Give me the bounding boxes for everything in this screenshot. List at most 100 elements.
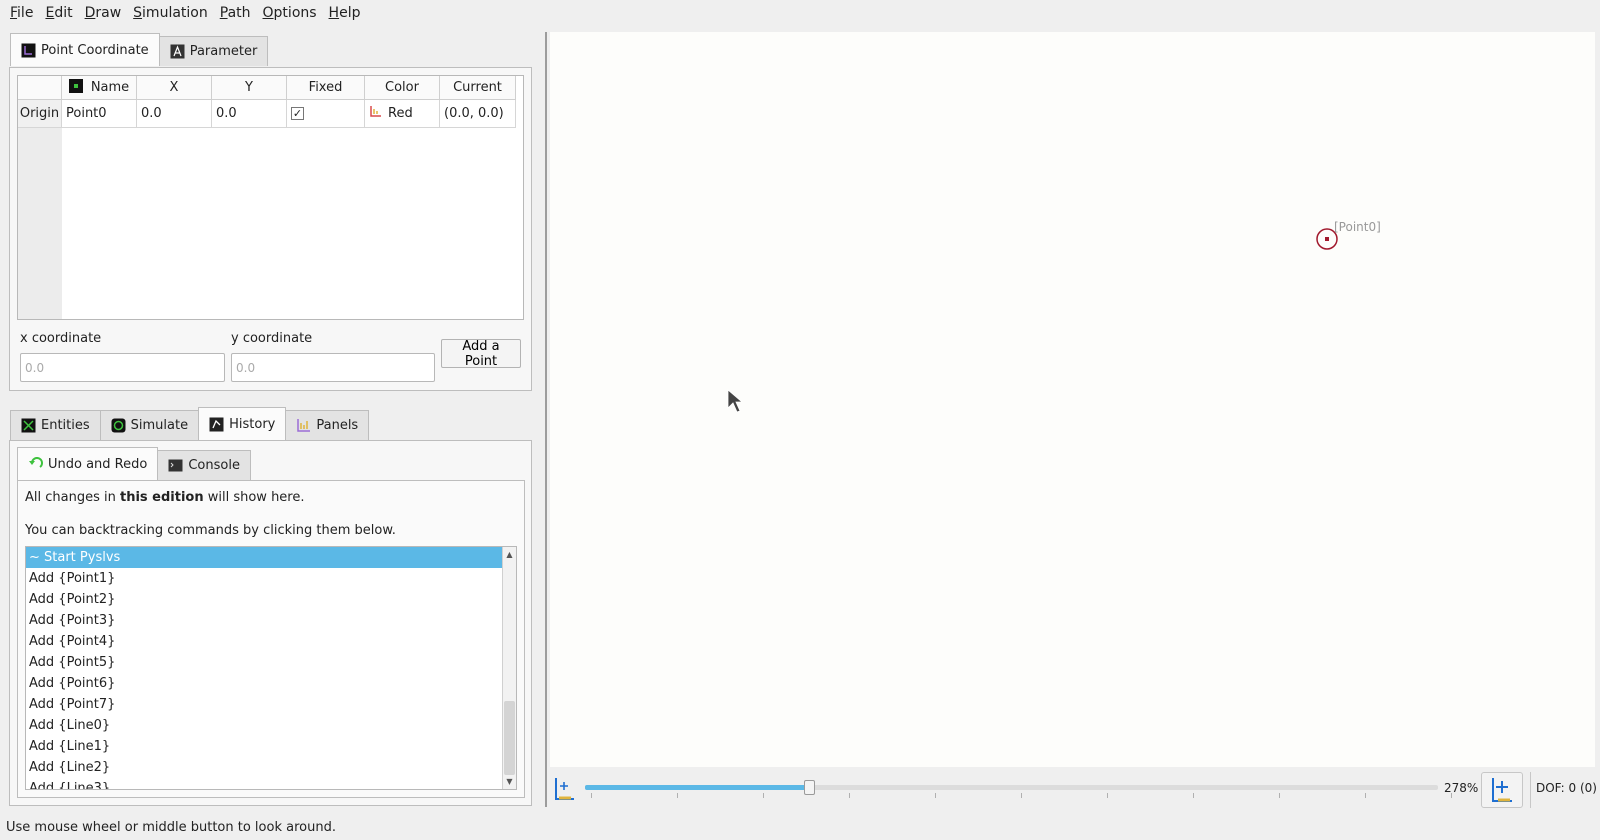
top-tabbar: Point Coordinate Parameter bbox=[10, 33, 269, 66]
add-point-button[interactable]: Add a Point bbox=[441, 339, 521, 369]
zoom-tick bbox=[1365, 793, 1366, 798]
y-coordinate-input[interactable] bbox=[231, 353, 435, 382]
col-y[interactable]: Y bbox=[212, 76, 287, 100]
history-info-bold: this edition bbox=[119, 490, 204, 505]
cell-name[interactable]: Point0 bbox=[62, 100, 137, 128]
menu-draw[interactable]: Draw bbox=[79, 0, 128, 26]
tab-parameter-label: Parameter bbox=[189, 44, 258, 59]
menu-bar: File Edit Draw Simulation Path Options H… bbox=[0, 0, 1600, 26]
zoom-slider-handle[interactable] bbox=[804, 780, 816, 795]
history-subtabbar: Undo and Redo Console bbox=[17, 447, 251, 480]
zoom-tick bbox=[1193, 793, 1194, 798]
zoom-bar: 278% DOF: 0 (0) bbox=[550, 770, 1600, 810]
parameter-icon bbox=[170, 44, 185, 59]
zoom-slider-fill bbox=[585, 785, 810, 790]
list-item[interactable]: Add {Point4} bbox=[26, 631, 516, 652]
list-item[interactable]: Add {Line2} bbox=[26, 757, 516, 778]
cell-color[interactable]: Red bbox=[365, 100, 440, 128]
menu-edit[interactable]: Edit bbox=[39, 0, 78, 26]
zoom-tick bbox=[1021, 793, 1022, 798]
col-fixed[interactable]: Fixed bbox=[287, 76, 365, 100]
zoom-tick bbox=[935, 793, 936, 798]
list-item[interactable]: Add {Line1} bbox=[26, 736, 516, 757]
tab-entities[interactable]: Entities bbox=[10, 410, 101, 440]
menu-simulation[interactable]: Simulation bbox=[127, 0, 214, 26]
zoom-tick bbox=[677, 793, 678, 798]
list-item[interactable]: Add {Point7} bbox=[26, 694, 516, 715]
y-coordinate-label: y coordinate bbox=[231, 331, 313, 346]
row-header-fill bbox=[18, 128, 62, 319]
history-info-pre: All changes in bbox=[25, 490, 120, 505]
list-item[interactable]: Add {Line3} bbox=[26, 778, 516, 789]
console-icon bbox=[168, 458, 183, 473]
scroll-thumb[interactable] bbox=[504, 701, 515, 775]
dof-label: DOF: 0 (0) bbox=[1536, 781, 1597, 795]
tab-console-label: Console bbox=[188, 458, 240, 473]
history-info-2: You can backtracking commands by clickin… bbox=[25, 523, 396, 538]
x-coordinate-input[interactable] bbox=[20, 353, 225, 382]
table-corner bbox=[18, 76, 62, 100]
cell-x[interactable]: 0.0 bbox=[137, 100, 212, 128]
col-current-label: Current bbox=[453, 80, 502, 95]
col-color-label: Color bbox=[385, 80, 419, 95]
col-color[interactable]: Color bbox=[365, 76, 440, 100]
tab-console[interactable]: Console bbox=[157, 450, 251, 480]
fixed-checkbox[interactable]: ✓ bbox=[291, 107, 304, 120]
point-coordinate-icon bbox=[21, 43, 36, 58]
drawing-canvas[interactable]: [Point0] bbox=[550, 32, 1595, 767]
tab-parameter[interactable]: Parameter bbox=[158, 36, 269, 66]
table-row[interactable]: Origin Point0 0.0 0.0 ✓ Red (0.0, 0.0) bbox=[18, 100, 516, 128]
menu-path[interactable]: Path bbox=[214, 0, 257, 26]
tab-history[interactable]: History bbox=[198, 407, 287, 440]
zoom-percent: 278% bbox=[1444, 781, 1479, 795]
history-scrollbar[interactable]: ▲ ▼ bbox=[502, 547, 516, 789]
undo-icon bbox=[28, 456, 43, 472]
menu-help[interactable]: Help bbox=[323, 0, 367, 26]
tab-simulate[interactable]: Simulate bbox=[99, 410, 200, 440]
zoom-tick bbox=[1107, 793, 1108, 798]
entities-icon bbox=[21, 418, 36, 433]
list-item[interactable]: Add {Point1} bbox=[26, 568, 516, 589]
list-item[interactable]: Add {Point5} bbox=[26, 652, 516, 673]
cell-current: (0.0, 0.0) bbox=[440, 100, 516, 128]
col-x[interactable]: X bbox=[137, 76, 212, 100]
table-header: Name X Y Fixed Color Current bbox=[18, 76, 516, 100]
list-item[interactable]: ~ Start Pyslvs bbox=[26, 547, 516, 568]
canvas-svg: [Point0] bbox=[727, 220, 1381, 413]
point0-label: [Point0] bbox=[1334, 220, 1381, 234]
menu-options[interactable]: Options bbox=[257, 0, 323, 26]
zoom-tick bbox=[849, 793, 850, 798]
simulate-icon bbox=[111, 418, 126, 433]
reset-origin-button[interactable] bbox=[1481, 772, 1523, 808]
list-item[interactable]: Add {Point6} bbox=[26, 673, 516, 694]
cell-y[interactable]: 0.0 bbox=[212, 100, 287, 128]
tab-panels[interactable]: Panels bbox=[285, 410, 370, 440]
tab-undo-redo[interactable]: Undo and Redo bbox=[17, 447, 159, 480]
point-icon bbox=[68, 78, 83, 97]
history-info: All changes in this edition will show he… bbox=[25, 490, 305, 505]
cell-color-label: Red bbox=[388, 106, 413, 121]
list-item[interactable]: Add {Point3} bbox=[26, 610, 516, 631]
splitter-handle[interactable] bbox=[545, 32, 547, 807]
list-item[interactable]: Add {Point2} bbox=[26, 589, 516, 610]
bottom-tabbar: Entities Simulate History Panels bbox=[10, 407, 370, 440]
row-header[interactable]: Origin bbox=[18, 100, 62, 128]
col-current[interactable]: Current bbox=[440, 76, 516, 100]
tab-entities-label: Entities bbox=[41, 418, 90, 433]
tab-point-coordinate-label: Point Coordinate bbox=[41, 42, 149, 58]
tab-panels-label: Panels bbox=[316, 418, 359, 433]
col-fixed-label: Fixed bbox=[308, 80, 343, 95]
zoom-tick bbox=[763, 793, 764, 798]
zoom-slider[interactable] bbox=[585, 780, 1438, 795]
history-info-post: will show here. bbox=[203, 490, 305, 505]
scroll-down-arrow-icon[interactable]: ▼ bbox=[503, 775, 516, 788]
menu-file[interactable]: File bbox=[4, 0, 39, 26]
col-name[interactable]: Name bbox=[62, 76, 137, 100]
color-axis-icon bbox=[369, 105, 382, 122]
scroll-up-arrow-icon[interactable]: ▲ bbox=[503, 548, 516, 561]
history-list[interactable]: ~ Start Pyslvs Add {Point1} Add {Point2}… bbox=[25, 546, 517, 790]
cell-fixed[interactable]: ✓ bbox=[287, 100, 365, 128]
tab-point-coordinate[interactable]: Point Coordinate bbox=[10, 33, 160, 66]
list-item[interactable]: Add {Line0} bbox=[26, 715, 516, 736]
pan-origin-icon[interactable] bbox=[553, 776, 575, 806]
